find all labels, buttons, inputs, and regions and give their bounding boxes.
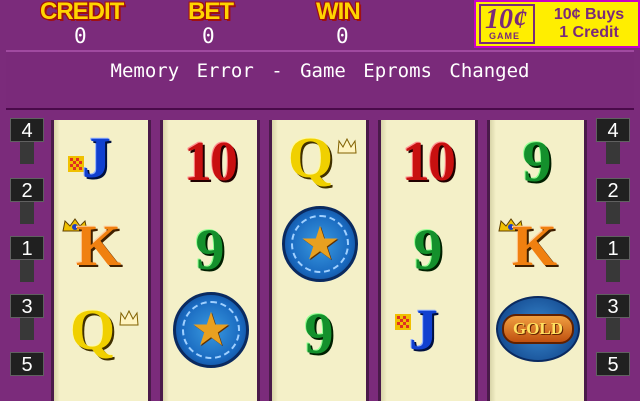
game-screen: CREDIT 0 BET 0 WIN 0 10¢ GAME 10¢ Buys 1…	[0, 0, 640, 401]
denomination-line-1: 10¢ Buys	[553, 6, 625, 23]
symbol-gold: GOLD	[490, 290, 584, 374]
symbol-letter: Q	[288, 125, 334, 190]
denomination-panel: 10¢ GAME 10¢ Buys 1 Credit	[474, 0, 640, 48]
line-indicator-right-1[interactable]: 1	[596, 236, 630, 260]
symbol-nine: 9	[163, 216, 257, 286]
symbol-jack: J	[54, 125, 148, 198]
line-indicator-left-4[interactable]: 4	[10, 118, 44, 142]
symbol-ten: 10	[381, 128, 475, 198]
gold-bar-icon: GOLD	[502, 314, 574, 344]
line-indicator-left-1[interactable]: 1	[10, 236, 44, 260]
symbol-nine: 9	[490, 128, 584, 198]
line-indicator-right-5[interactable]: 5	[596, 352, 630, 376]
symbol-number: 9	[413, 217, 443, 282]
symbol-nine: 9	[381, 216, 475, 286]
star-icon: ★	[190, 302, 232, 357]
crown-icon	[119, 310, 139, 326]
gold-disc: GOLD	[496, 296, 580, 362]
symbol-nine: 9	[272, 300, 366, 370]
symbol-letter: K	[76, 213, 122, 278]
symbol-number: 9	[304, 301, 334, 366]
reel-1: J K Q	[51, 120, 151, 401]
error-message: Memory Error - Game Eproms Changed	[110, 60, 530, 82]
denomination-line-2: 1 Credit	[559, 24, 619, 41]
star-icon: ★	[299, 216, 341, 271]
crown-icon	[337, 138, 357, 154]
denomination-logo: 10¢ GAME	[479, 4, 535, 44]
symbol-letter: J	[409, 297, 438, 362]
win-label: WIN	[316, 0, 361, 25]
reel-2: 10 9 ★	[160, 120, 260, 401]
line-indicator-left-2[interactable]: 2	[10, 178, 44, 202]
reel-4: 10 9 J	[378, 120, 478, 401]
star-disc: ★	[173, 292, 249, 368]
reel-3: Q ★ 9	[269, 120, 369, 401]
win-value: 0	[336, 24, 349, 48]
symbol-letter: J	[82, 125, 111, 190]
symbol-letter: K	[512, 213, 558, 278]
line-indicator-left-3[interactable]: 3	[10, 294, 44, 318]
credit-value: 0	[74, 24, 87, 48]
symbol-queen: Q	[272, 125, 366, 198]
line-indicator-left-5[interactable]: 5	[10, 352, 44, 376]
line-indicator-right-4[interactable]: 4	[596, 118, 630, 142]
gold-label: GOLD	[512, 319, 564, 338]
symbol-queen: Q	[54, 297, 148, 370]
symbol-number: 9	[195, 217, 225, 282]
symbol-ten: 10	[163, 128, 257, 198]
line-indicator-right-2[interactable]: 2	[596, 178, 630, 202]
symbol-number: 10	[402, 131, 456, 193]
credit-label: CREDIT	[40, 0, 124, 25]
reel-5: 9 K GOLD	[487, 120, 587, 401]
bet-value: 0	[202, 24, 215, 48]
bet-label: BET	[188, 0, 234, 25]
symbol-letter: Q	[70, 297, 116, 362]
line-indicator-right-3[interactable]: 3	[596, 294, 630, 318]
denomination-badge-caption: GAME	[489, 31, 520, 41]
denomination-info: 10¢ Buys 1 Credit	[540, 6, 638, 42]
message-bar: Memory Error - Game Eproms Changed	[6, 50, 634, 110]
symbol-star: ★	[272, 204, 366, 288]
symbol-king: K	[54, 213, 148, 286]
symbol-jack: J	[381, 297, 475, 370]
symbol-king: K	[490, 213, 584, 286]
symbol-star: ★	[163, 290, 257, 374]
star-disc: ★	[282, 206, 358, 282]
symbol-number: 10	[184, 131, 238, 193]
symbol-number: 9	[522, 129, 552, 194]
